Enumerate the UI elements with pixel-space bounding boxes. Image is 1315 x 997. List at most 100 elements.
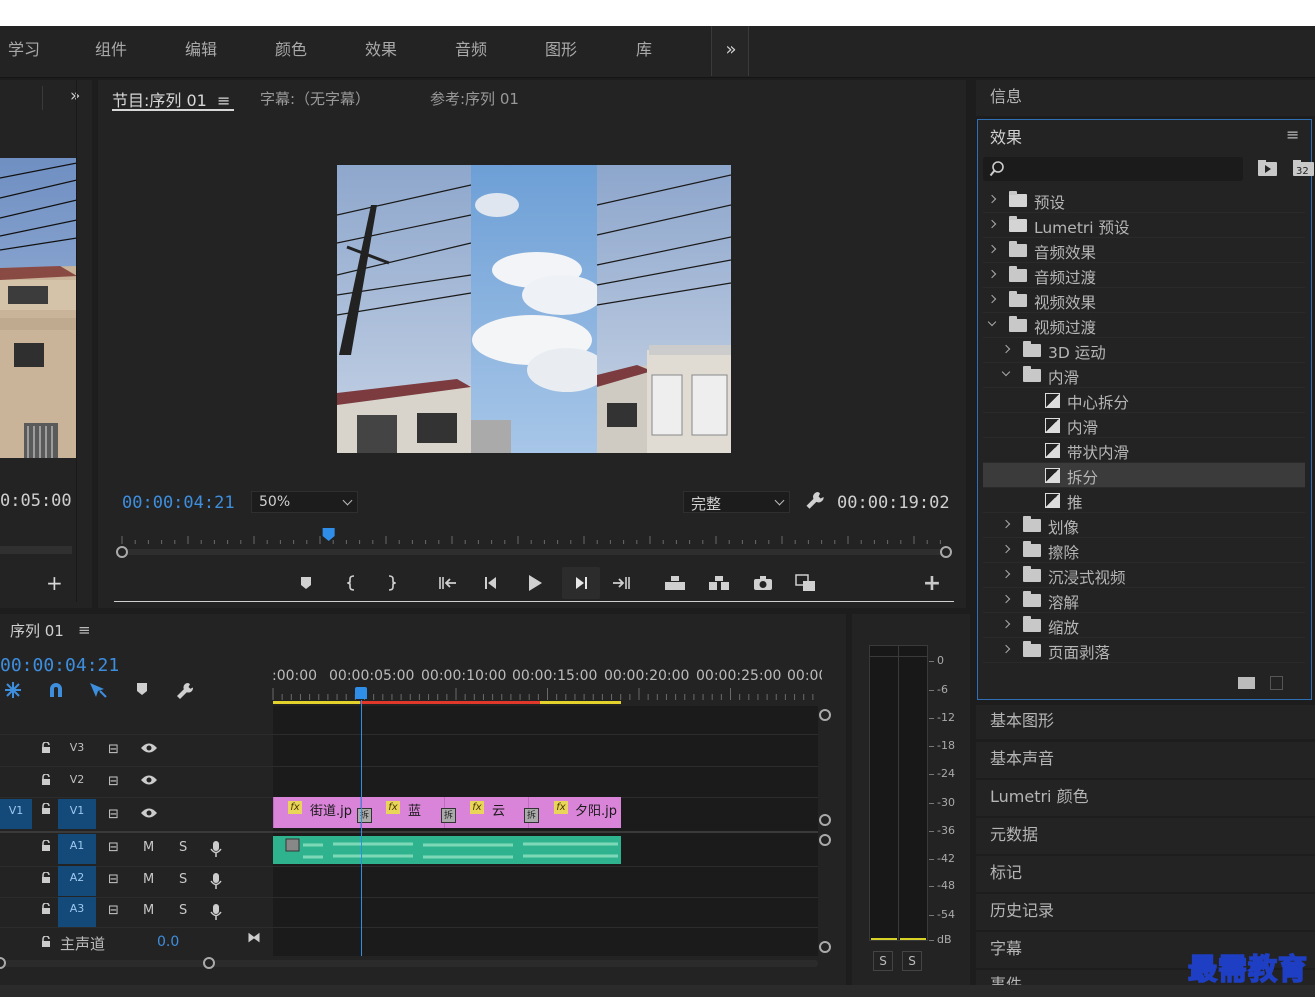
workspace-tab-learning[interactable]: 学习 [8,26,40,76]
go-to-in-icon[interactable] [433,567,463,599]
microphone-icon[interactable] [210,840,222,862]
track-name-v3[interactable]: V3 [58,736,96,766]
chevron-right-icon[interactable] [1001,569,1011,579]
mute-button[interactable]: M [143,872,154,887]
master-volume-value[interactable]: 0.0 [157,934,179,950]
wrench-icon[interactable] [804,490,826,516]
effects-tree-item[interactable]: 溶解 [983,588,1305,613]
effects-tree-item[interactable]: 内滑 [983,363,1305,388]
sync-lock-icon[interactable]: ⊟ [108,807,119,822]
timeline-current-time[interactable]: 00:00:04:21 [0,655,119,676]
program-zoom-scrollbar[interactable] [116,549,948,555]
eye-icon[interactable] [140,807,158,823]
solo-button[interactable]: S [179,903,187,918]
new-custom-bin-icon[interactable] [1238,677,1255,689]
chevron-right-icon[interactable] [1001,594,1011,604]
play-icon[interactable] [520,567,550,599]
info-panel-header[interactable]: 信息 [976,80,1315,116]
solo-right-button[interactable]: S [902,951,922,971]
sequence-tab[interactable]: 序列 01 [10,620,64,641]
effects-tree-item[interactable]: 音频过渡 [983,263,1305,288]
audio-clip-a1[interactable] [273,836,621,864]
markers-panel-header[interactable]: 标记 [976,856,1315,892]
split-transition-marker[interactable]: 拆 [441,808,456,823]
history-panel-header[interactable]: 历史记录 [976,894,1315,930]
clip-sunset[interactable]: fx 夕阳.jp [528,797,621,828]
zoom-level-select[interactable]: 50% [251,491,358,513]
button-editor-add[interactable]: + [917,567,947,599]
step-forward-icon[interactable] [562,567,600,599]
clip-blue[interactable]: fx 蓝 [360,797,444,828]
workspace-tab-assembly[interactable]: 组件 [95,26,127,76]
workspace-tab-editing[interactable]: 编辑 [185,26,217,76]
workspace-tab-libraries[interactable]: 库 [636,26,652,76]
effects-tree-item[interactable]: 页面剥落 [983,638,1305,663]
chevron-right-icon[interactable] [1001,619,1011,629]
sync-lock-icon[interactable]: ⊟ [108,872,119,887]
timeline-vscroll-handle[interactable] [819,834,831,846]
effects-tree-item[interactable]: 带状内滑 [983,438,1305,463]
solo-button[interactable]: S [179,840,187,855]
linked-selection-icon[interactable] [88,681,108,703]
clip-cloud[interactable]: fx 云 [444,797,528,828]
workspace-tab-effects[interactable]: 效果 [365,26,397,76]
eye-icon[interactable] [140,774,158,790]
lock-icon[interactable] [41,773,51,785]
program-scroll-handle-left[interactable] [116,546,128,558]
effects-tree-item[interactable]: 视频过渡 [983,313,1305,338]
tab-captions[interactable]: 字幕:（无字幕） [260,88,370,109]
solo-left-button[interactable]: S [873,951,893,971]
workspace-tab-color[interactable]: 颜色 [275,26,307,76]
clip-street[interactable]: fx 街道.jp [273,797,360,828]
chevron-right-icon[interactable] [987,244,997,254]
effects-tree-item[interactable]: 划像 [983,513,1305,538]
lock-icon[interactable] [41,741,51,753]
effects-tree-item[interactable]: 音频效果 [983,238,1305,263]
snap-magnet-icon[interactable] [47,681,65,703]
chevron-right-icon[interactable] [987,269,997,279]
sync-lock-icon[interactable]: ⊟ [108,774,119,789]
lumetri-color-panel-header[interactable]: Lumetri 颜色 [976,780,1315,816]
effects-panel-menu-icon[interactable]: ≡ [1286,125,1299,144]
mark-out-button[interactable] [376,567,406,599]
effects-tree-item[interactable]: 推 [983,488,1305,513]
effects-tree-item[interactable]: 缩放 [983,613,1305,638]
metadata-panel-header[interactable]: 元数据 [976,818,1315,854]
add-marker-icon[interactable] [135,681,149,701]
nest-toggle-icon[interactable] [4,681,22,703]
lock-icon[interactable] [41,839,51,851]
effects-tree-item[interactable]: 擦除 [983,538,1305,563]
comparison-view-icon[interactable] [791,567,821,599]
lock-icon[interactable] [41,871,51,883]
timeline-settings-wrench-icon[interactable] [175,681,195,705]
lock-icon[interactable] [41,902,51,914]
solo-button[interactable]: S [179,872,187,887]
effects-tree-item[interactable]: 中心拆分 [983,388,1305,413]
track-name-a1[interactable]: A1 [58,834,96,864]
essential-graphics-panel-header[interactable]: 基本图形 [976,705,1315,739]
effects-search-input[interactable] [983,157,1243,181]
track-name-v2[interactable]: V2 [58,768,96,798]
track-name-a2[interactable]: A2 [58,866,96,896]
essential-sound-panel-header[interactable]: 基本声音 [976,742,1315,778]
timeline-vscroll-handle[interactable] [819,814,831,826]
eye-icon[interactable] [140,742,158,758]
split-transition-marker[interactable]: 拆 [357,808,372,823]
add-marker-button[interactable] [291,567,321,599]
lock-icon[interactable] [41,802,51,814]
timeline-hscroll-right-handle[interactable] [203,957,215,969]
split-transition-marker[interactable]: 拆 [524,808,539,823]
lock-icon[interactable] [41,935,51,947]
sync-lock-icon[interactable]: ⊟ [108,840,119,855]
go-to-out-icon[interactable] [606,567,636,599]
playback-resolution-select[interactable]: 完整 [683,491,790,513]
mute-button[interactable]: M [143,840,154,855]
32bit-effects-icon[interactable]: 32 [1292,159,1314,181]
sequence-tab-menu-icon[interactable]: ≡ [78,621,91,639]
mark-in-button[interactable] [337,567,367,599]
program-current-time[interactable]: 00:00:04:21 [122,493,235,513]
chevron-right-icon[interactable] [1001,544,1011,554]
go-to-end-icon[interactable]: ⧓ [247,930,261,946]
effects-tree-item[interactable]: 内滑 [983,413,1305,438]
program-tab-menu-icon[interactable]: ≡ [217,91,230,110]
